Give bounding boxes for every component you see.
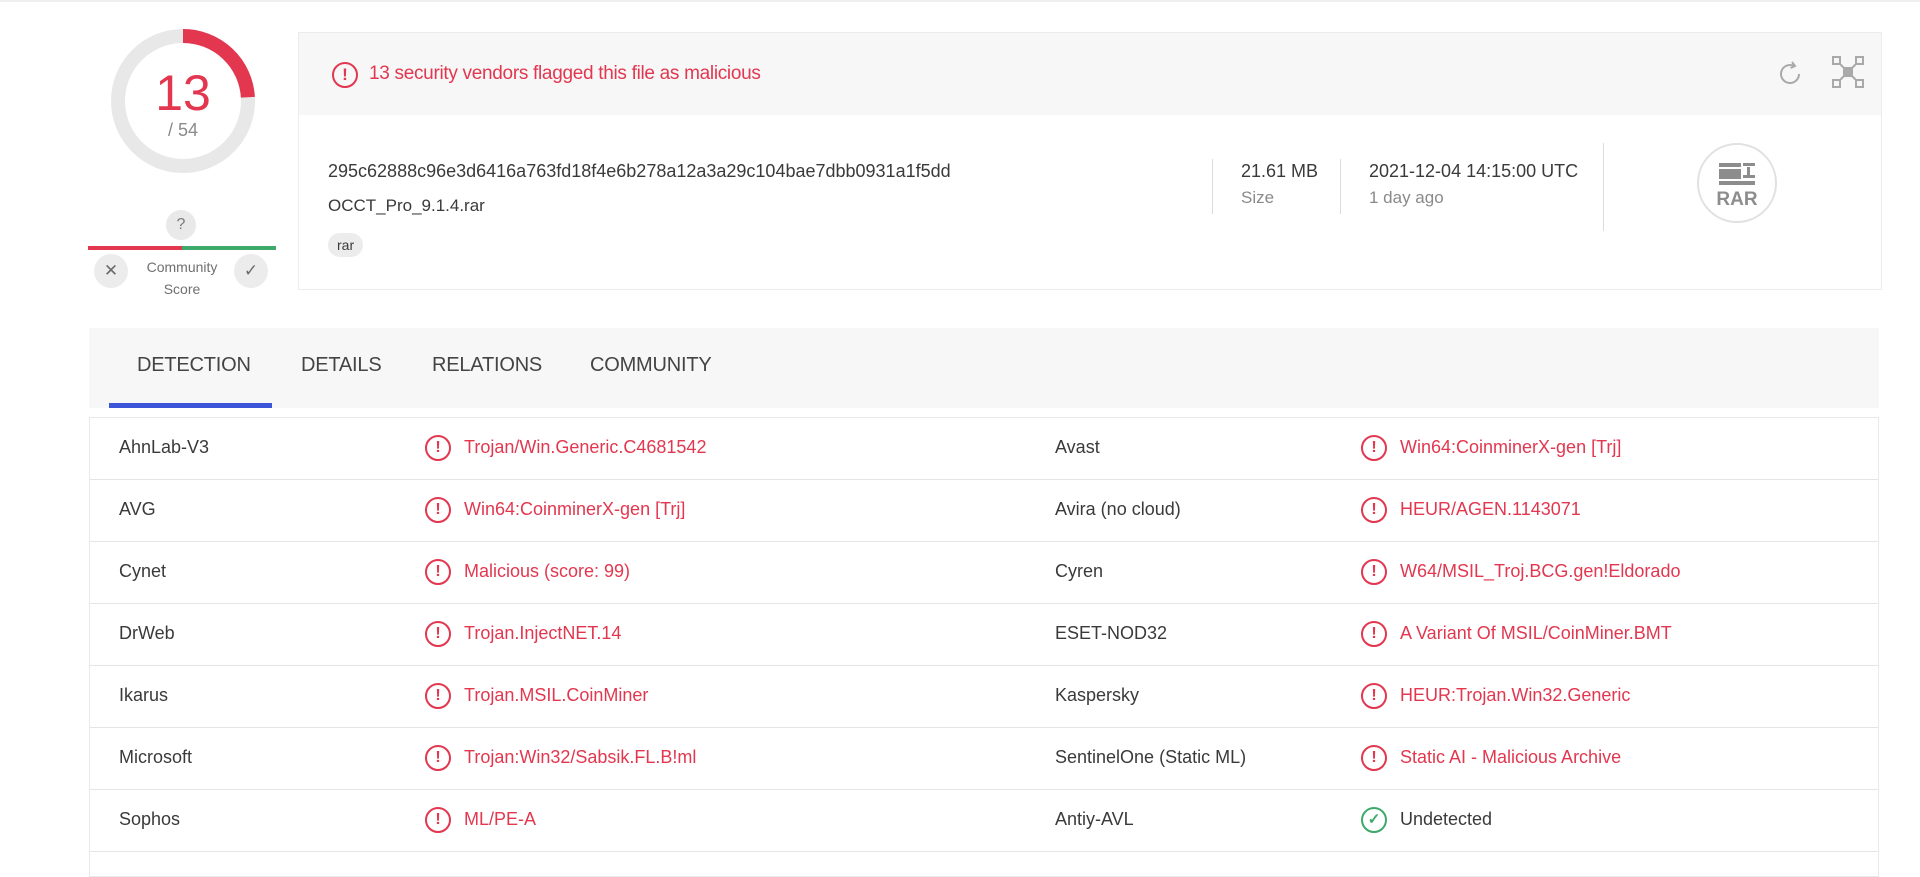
vendor-name: Cyren xyxy=(1055,561,1104,581)
divider xyxy=(1340,159,1341,214)
scan-date-value: 2021-12-04 14:15:00 UTC xyxy=(1369,161,1579,181)
detection-result: Trojan:Win32/Sabsik.FL.B!ml xyxy=(464,747,697,767)
reload-icon[interactable] xyxy=(1775,59,1805,89)
divider xyxy=(1212,159,1213,214)
detection-result: Win64:CoinminerX-gen [Trj] xyxy=(464,499,686,519)
table-row: AVG ! Win64:CoinminerX-gen [Trj] Avira (… xyxy=(90,480,1878,542)
detection-result: ML/PE-A xyxy=(464,809,537,829)
table-row: DrWeb ! Trojan.InjectNET.14 ESET-NOD32 !… xyxy=(90,604,1878,666)
vendor-name: Microsoft xyxy=(119,747,193,767)
vendor-name: Ikarus xyxy=(119,685,169,705)
tab-relations[interactable]: RELATIONS xyxy=(432,354,542,377)
table-row: Cynet ! Malicious (score: 99) Cyren ! W6… xyxy=(90,542,1878,604)
table-row: Ikarus ! Trojan.MSIL.CoinMiner Kaspersky… xyxy=(90,666,1878,728)
detection-result: Trojan/Win.Generic.C4681542 xyxy=(464,437,707,457)
tab-detection[interactable]: DETECTION xyxy=(137,354,251,377)
vendor-name: Cynet xyxy=(119,561,167,581)
alert-icon: ! xyxy=(425,559,451,585)
alert-icon: ! xyxy=(1361,745,1387,771)
tab-bar: DETECTION DETAILS RELATIONS COMMUNITY xyxy=(89,328,1879,408)
file-size-label: Size xyxy=(1241,188,1275,207)
alert-icon: ! xyxy=(425,683,451,709)
vendor-name: Kaspersky xyxy=(1055,685,1140,705)
graph-icon[interactable] xyxy=(1831,55,1865,89)
detection-result: HEUR/AGEN.1143071 xyxy=(1400,499,1581,519)
detection-result: Win64:CoinminerX-gen [Trj] xyxy=(1400,437,1622,457)
vendor-name: Sophos xyxy=(119,809,181,829)
tab-details[interactable]: DETAILS xyxy=(301,354,382,377)
alert-icon: ! xyxy=(425,435,451,461)
question-icon[interactable]: ? xyxy=(166,210,196,240)
alert-icon: ! xyxy=(425,621,451,647)
gauge-center: 13 / 54 xyxy=(126,44,240,158)
archive-icon xyxy=(1719,163,1755,185)
alert-icon: ! xyxy=(1361,435,1387,461)
check-icon: ✓ xyxy=(1361,807,1387,833)
alert-text: 13 security vendors flagged this file as… xyxy=(369,63,761,84)
vendor-name: SentinelOne (Static ML) xyxy=(1055,747,1247,767)
detection-result: Undetected xyxy=(1400,809,1493,829)
detection-result: Trojan.MSIL.CoinMiner xyxy=(464,685,649,705)
tab-community[interactable]: COMMUNITY xyxy=(590,354,712,377)
vendor-name: DrWeb xyxy=(119,623,175,643)
alert-icon: ! xyxy=(332,62,358,88)
file-tag[interactable]: rar xyxy=(328,233,364,257)
table-row: AhnLab-V3 ! Trojan/Win.Generic.C4681542 … xyxy=(90,418,1878,480)
table-row: Sophos ! ML/PE-A Antiy-AVL ✓ Undetected xyxy=(90,790,1878,852)
community-bar-positive xyxy=(182,246,276,250)
community-score-label: Community Score xyxy=(146,259,218,297)
alert-banner: ! 13 security vendors flagged this file … xyxy=(299,33,1881,115)
detection-result: Malicious (score: 99) xyxy=(464,561,631,581)
vendor-name: AhnLab-V3 xyxy=(119,437,210,457)
community-bar-negative xyxy=(88,246,182,250)
detection-score-gauge: 13 / 54 xyxy=(110,28,256,174)
detection-result: Static AI - Malicious Archive xyxy=(1400,747,1622,767)
detection-result: A Variant Of MSIL/CoinMiner.BMT xyxy=(1400,623,1672,643)
community-score: ? ✕ Community Score ✓ xyxy=(88,210,278,300)
vote-harmful-button[interactable]: ✕ xyxy=(94,254,128,288)
detection-table: AhnLab-V3 ! Trojan/Win.Generic.C4681542 … xyxy=(89,417,1879,877)
file-size-value: 21.61 MB xyxy=(1241,161,1319,181)
file-type-icon: RAR xyxy=(1697,143,1777,223)
scan-date-relative: 1 day ago xyxy=(1369,188,1444,207)
alert-icon: ! xyxy=(1361,497,1387,523)
vendor-name: Avira (no cloud) xyxy=(1055,499,1181,519)
detection-result: W64/MSIL_Troj.BCG.gen!Eldorado xyxy=(1400,561,1681,581)
active-tab-indicator xyxy=(109,403,272,408)
alert-icon: ! xyxy=(1361,621,1387,647)
detection-result: HEUR:Trojan.Win32.Generic xyxy=(1400,685,1631,705)
vendor-name: AVG xyxy=(119,499,156,519)
top-divider xyxy=(0,0,1920,2)
file-hash[interactable]: 295c62888c96e3d6416a763fd18f4e6b278a12a3… xyxy=(328,161,951,182)
file-summary-card: ! 13 security vendors flagged this file … xyxy=(298,32,1882,290)
table-row: Microsoft ! Trojan:Win32/Sabsik.FL.B!ml … xyxy=(90,728,1878,790)
file-name: OCCT_Pro_9.1.4.rar xyxy=(328,196,485,215)
vendor-name: ESET-NOD32 xyxy=(1055,623,1168,643)
vote-harmless-button[interactable]: ✓ xyxy=(234,254,268,288)
vendor-name: Avast xyxy=(1055,437,1100,457)
detection-result: Trojan.InjectNET.14 xyxy=(464,623,622,643)
file-type-label: RAR xyxy=(1716,189,1758,210)
alert-icon: ! xyxy=(425,807,451,833)
alert-icon: ! xyxy=(1361,683,1387,709)
alert-icon: ! xyxy=(1361,559,1387,585)
alert-icon: ! xyxy=(425,745,451,771)
engines-total: / 54 xyxy=(167,120,199,140)
alert-icon: ! xyxy=(425,497,451,523)
detections-count: 13 xyxy=(155,65,211,121)
vendor-name: Antiy-AVL xyxy=(1055,809,1134,829)
divider xyxy=(1603,143,1604,231)
